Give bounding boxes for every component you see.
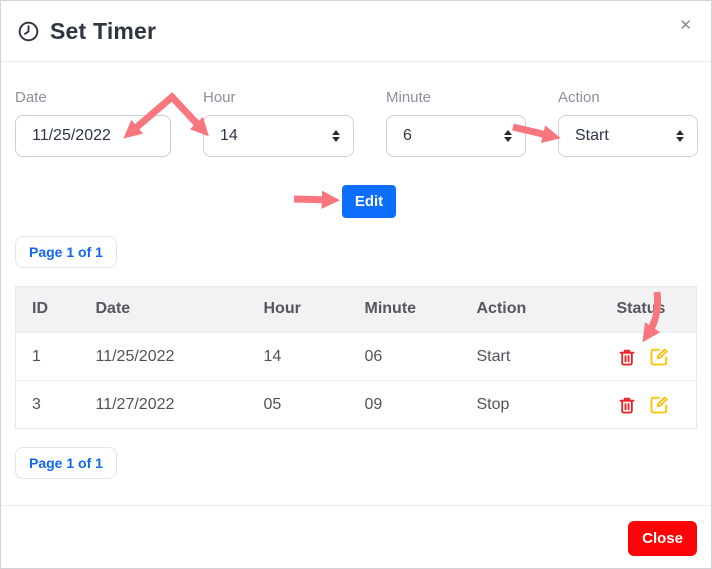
close-icon[interactable]: ✕ (679, 18, 692, 33)
cell-date: 11/27/2022 (80, 381, 248, 429)
modal-header: Set Timer (1, 1, 711, 62)
delete-icon[interactable] (617, 347, 637, 367)
modal-footer: Close (1, 505, 711, 568)
delete-icon[interactable] (617, 395, 637, 415)
close-button[interactable]: Close (628, 521, 697, 556)
cell-status (601, 381, 697, 429)
date-label: Date (15, 89, 171, 106)
select-caret-icon (676, 130, 684, 142)
cell-action: Stop (461, 381, 601, 429)
action-label: Action (558, 89, 698, 106)
page-indicator-button-bottom[interactable]: Page 1 of 1 (15, 447, 117, 479)
edit-row-icon[interactable] (649, 347, 669, 367)
cell-status (601, 333, 697, 381)
cell-date: 11/25/2022 (80, 333, 248, 381)
col-header-date: Date (80, 287, 248, 333)
minute-field-group: Minute 6 (386, 89, 526, 157)
clock-icon (17, 20, 40, 43)
hour-select[interactable]: 14 (203, 115, 354, 157)
date-value: 11/25/2022 (32, 127, 111, 145)
cell-action: Start (461, 333, 601, 381)
cell-id: 3 (16, 381, 80, 429)
hour-value: 14 (220, 127, 238, 145)
cell-hour: 14 (248, 333, 349, 381)
modal-body: Date 11/25/2022 Hour 14 Minute 6 (1, 62, 711, 493)
cell-minute: 06 (349, 333, 461, 381)
col-header-minute: Minute (349, 287, 461, 333)
action-select[interactable]: Start (558, 115, 698, 157)
col-header-hour: Hour (248, 287, 349, 333)
hour-field-group: Hour 14 (203, 89, 354, 157)
minute-select[interactable]: 6 (386, 115, 526, 157)
table-row: 1 11/25/2022 14 06 Start (16, 333, 697, 381)
table-header-row: ID Date Hour Minute Action Status (16, 287, 697, 333)
table-row: 3 11/27/2022 05 09 Stop (16, 381, 697, 429)
cell-hour: 05 (248, 381, 349, 429)
edit-button-row: Edit (15, 185, 697, 218)
page-indicator-button-top[interactable]: Page 1 of 1 (15, 236, 117, 268)
select-caret-icon (504, 130, 512, 142)
set-timer-modal: Set Timer ✕ Date 11/25/2022 Hour 14 Minu… (0, 0, 712, 569)
action-value: Start (575, 127, 609, 145)
date-field-group: Date 11/25/2022 (15, 89, 171, 157)
minute-label: Minute (386, 89, 526, 106)
select-caret-icon (332, 130, 340, 142)
hour-label: Hour (203, 89, 354, 106)
timers-table: ID Date Hour Minute Action Status 1 11/2… (15, 286, 697, 429)
cell-minute: 09 (349, 381, 461, 429)
edit-row-icon[interactable] (649, 395, 669, 415)
pagination-top: Page 1 of 1 (15, 236, 697, 268)
minute-value: 6 (403, 127, 412, 145)
timer-form: Date 11/25/2022 Hour 14 Minute 6 (15, 89, 697, 157)
modal-title: Set Timer (50, 18, 156, 45)
action-field-group: Action Start (558, 89, 698, 157)
edit-button[interactable]: Edit (342, 185, 396, 218)
col-header-status: Status (601, 287, 697, 333)
date-input[interactable]: 11/25/2022 (15, 115, 171, 157)
col-header-action: Action (461, 287, 601, 333)
cell-id: 1 (16, 333, 80, 381)
col-header-id: ID (16, 287, 80, 333)
pagination-bottom: Page 1 of 1 (15, 447, 697, 479)
